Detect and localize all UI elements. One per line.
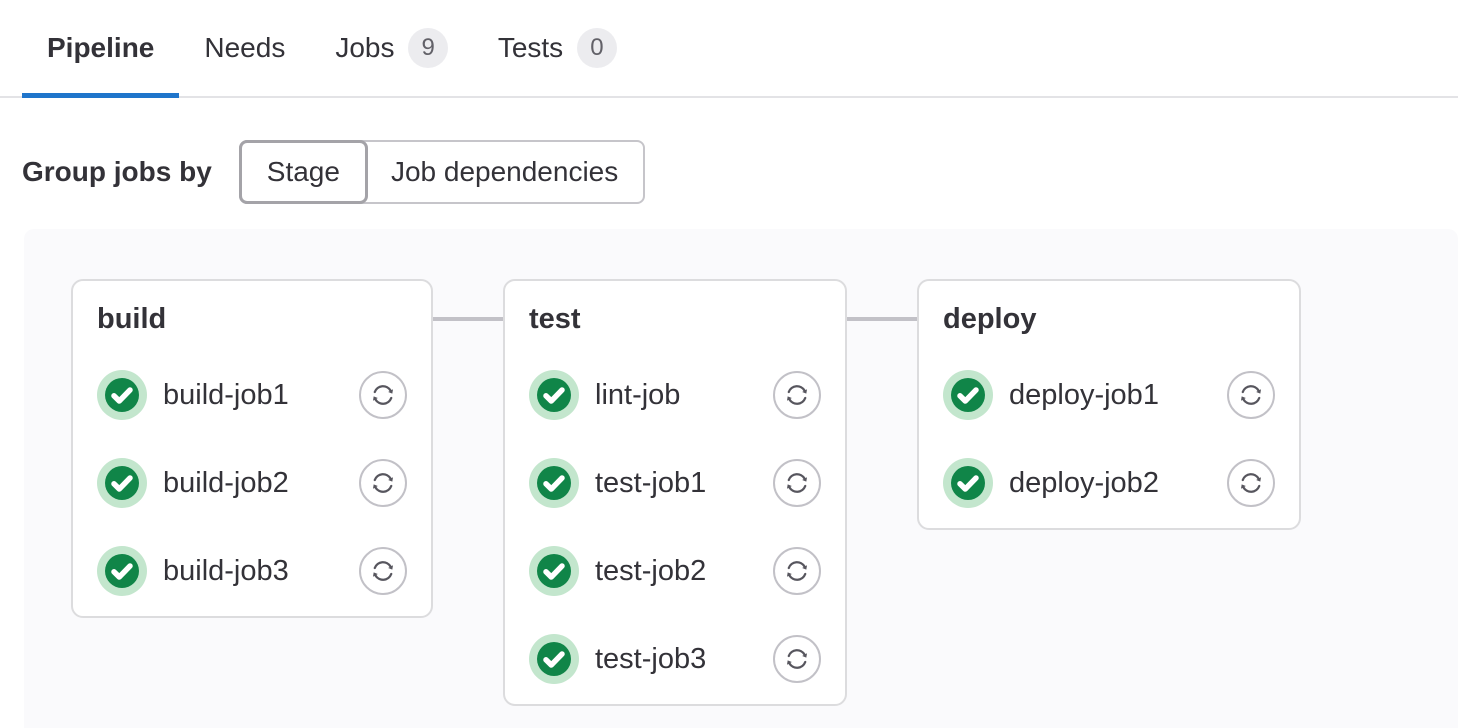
status-success-check-icon — [529, 546, 579, 596]
status-success-check-icon — [529, 634, 579, 684]
job-row: test-job3 — [529, 634, 821, 684]
tab-count-badge: 9 — [408, 28, 447, 68]
job-name-link[interactable]: build-job3 — [163, 555, 359, 588]
job-row: build-job1 — [97, 370, 407, 420]
job-row: test-job1 — [529, 458, 821, 508]
stage-connector-line — [433, 317, 503, 321]
tab-label: Needs — [204, 32, 285, 64]
status-success-check-icon — [97, 546, 147, 596]
retry-icon — [1237, 469, 1265, 497]
retry-job-button[interactable] — [1227, 459, 1275, 507]
group-jobs-by-label: Group jobs by — [22, 156, 212, 188]
retry-icon — [783, 645, 811, 673]
pipeline-graph-panel: build build-job1 — [24, 229, 1458, 728]
job-name-link[interactable]: build-job2 — [163, 467, 359, 500]
job-name-link[interactable]: build-job1 — [163, 379, 359, 412]
job-name-link[interactable]: test-job2 — [595, 555, 773, 588]
stage-card: deploy deploy-job1 — [917, 279, 1301, 530]
retry-icon — [369, 469, 397, 497]
retry-job-button[interactable] — [1227, 371, 1275, 419]
job-row: build-job2 — [97, 458, 407, 508]
stages-row: build build-job1 — [71, 279, 1458, 706]
job-name-link[interactable]: deploy-job1 — [1009, 379, 1227, 412]
status-success-check-icon — [97, 458, 147, 508]
status-success-check-icon — [943, 458, 993, 508]
retry-job-button[interactable] — [359, 371, 407, 419]
status-success-check-icon — [529, 370, 579, 420]
job-row: build-job3 — [97, 546, 407, 596]
tab-label: Pipeline — [47, 32, 154, 64]
stage-title: test — [529, 303, 821, 335]
job-row: test-job2 — [529, 546, 821, 596]
group-option-button[interactable]: Job dependencies — [366, 142, 643, 202]
tab[interactable]: Pipeline — [22, 0, 179, 96]
retry-icon — [369, 381, 397, 409]
tab[interactable]: Jobs 9 — [310, 0, 473, 96]
status-success-check-icon — [529, 458, 579, 508]
group-jobs-by-row: Group jobs by Stage Job dependencies — [22, 140, 1458, 204]
retry-job-button[interactable] — [773, 547, 821, 595]
retry-icon — [369, 557, 397, 585]
stage-title: build — [97, 303, 407, 335]
job-name-link[interactable]: test-job1 — [595, 467, 773, 500]
retry-job-button[interactable] — [773, 635, 821, 683]
job-row: deploy-job1 — [943, 370, 1275, 420]
retry-icon — [783, 557, 811, 585]
status-success-check-icon — [97, 370, 147, 420]
stage-card: test lint-job — [503, 279, 847, 706]
job-list: lint-job test-job1 — [529, 370, 821, 684]
retry-job-button[interactable] — [359, 459, 407, 507]
tab[interactable]: Tests 0 — [473, 0, 642, 96]
retry-icon — [783, 469, 811, 497]
tab-count-badge: 0 — [577, 28, 616, 68]
job-list: deploy-job1 deploy-job2 — [943, 370, 1275, 508]
retry-job-button[interactable] — [773, 371, 821, 419]
tab-label: Jobs — [335, 32, 394, 64]
tab[interactable]: Needs — [179, 0, 310, 96]
job-row: lint-job — [529, 370, 821, 420]
stage-connector-line — [847, 317, 917, 321]
group-option-button[interactable]: Stage — [239, 140, 368, 204]
group-jobs-by-toggle: Stage Job dependencies — [239, 140, 645, 204]
status-success-check-icon — [943, 370, 993, 420]
job-name-link[interactable]: deploy-job2 — [1009, 467, 1227, 500]
stage-title: deploy — [943, 303, 1275, 335]
job-name-link[interactable]: lint-job — [595, 379, 773, 412]
tab-label: Tests — [498, 32, 563, 64]
stage-card: build build-job1 — [71, 279, 433, 618]
retry-icon — [783, 381, 811, 409]
job-name-link[interactable]: test-job3 — [595, 643, 773, 676]
retry-job-button[interactable] — [773, 459, 821, 507]
pipeline-tabs: Pipeline Needs Jobs 9 Tests 0 — [0, 0, 1458, 98]
retry-icon — [1237, 381, 1265, 409]
retry-job-button[interactable] — [359, 547, 407, 595]
job-row: deploy-job2 — [943, 458, 1275, 508]
job-list: build-job1 build-job2 — [97, 370, 407, 596]
